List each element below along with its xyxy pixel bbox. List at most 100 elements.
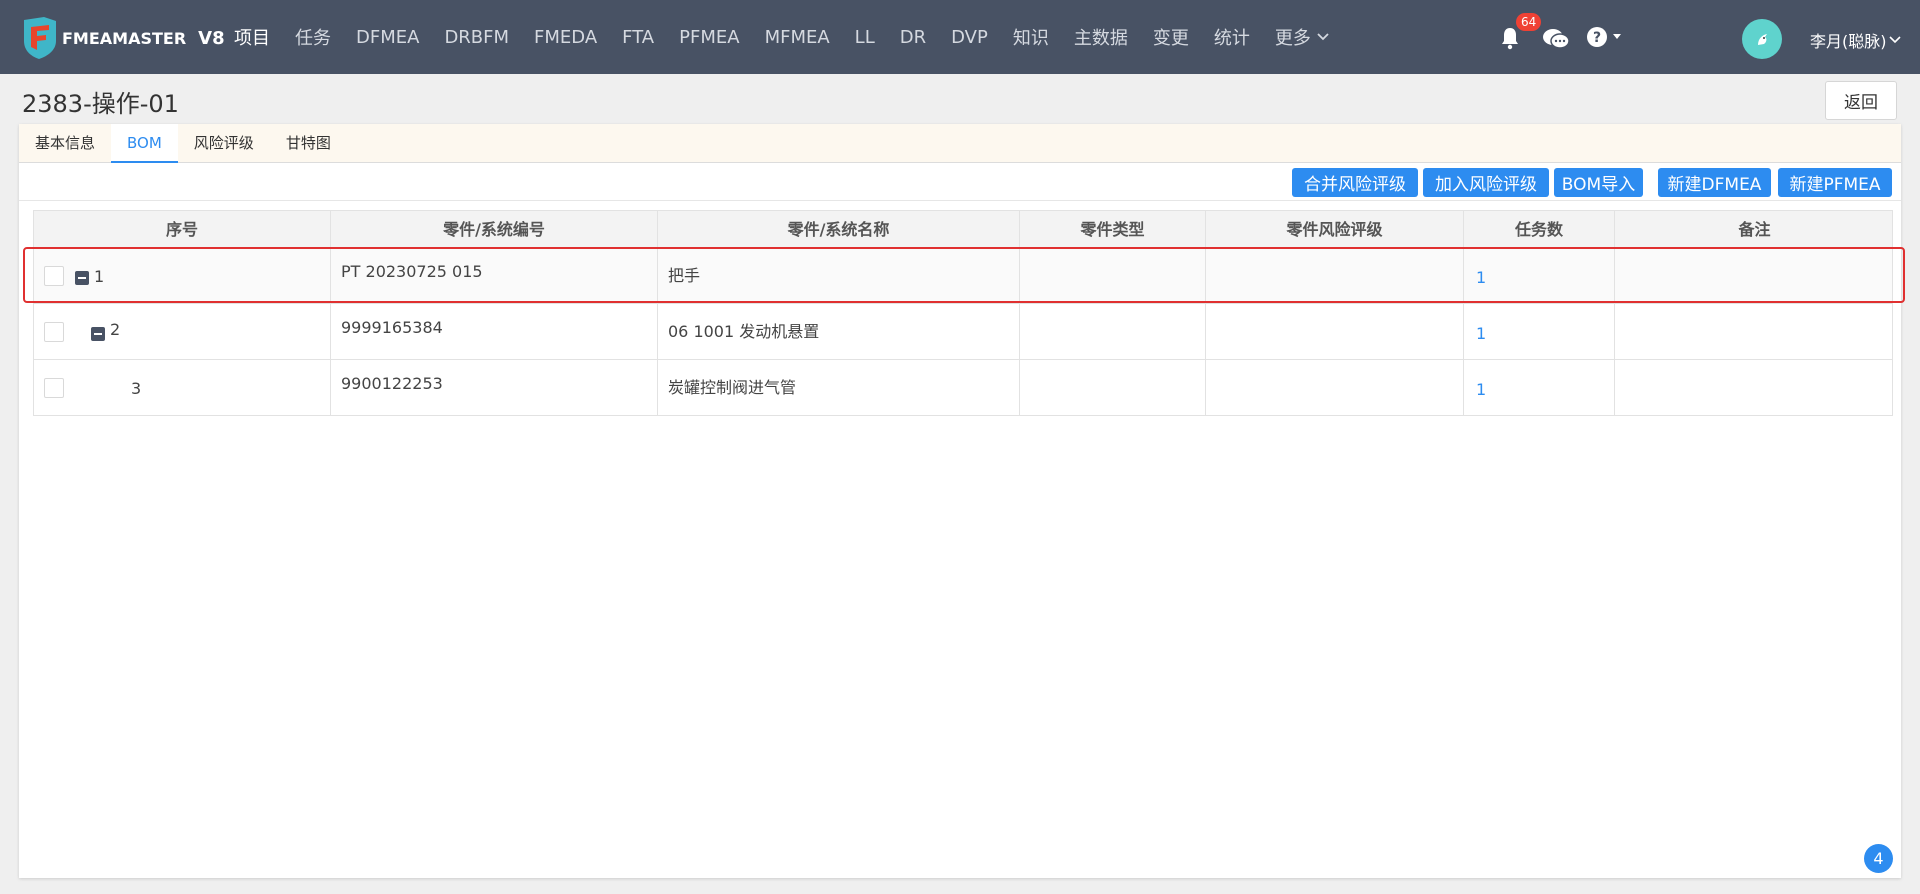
merge-risk-rating-button[interactable]: 合并风险评级 — [1292, 168, 1418, 197]
row-checkbox[interactable] — [44, 322, 64, 342]
tab-basic-info[interactable]: 基本信息 — [19, 124, 111, 163]
nav-item-dvp[interactable]: DVP — [951, 27, 988, 48]
nav-item-change[interactable]: 变更 — [1153, 24, 1189, 50]
add-risk-rating-button[interactable]: 加入风险评级 — [1423, 168, 1549, 197]
cell-remark — [1615, 360, 1894, 415]
logo-text: FMEAMASTER — [62, 28, 187, 48]
nav-item-knowledge[interactable]: 知识 — [1013, 24, 1049, 50]
part-no: 9999165384 — [341, 318, 443, 337]
nav-item-ll[interactable]: LL — [855, 27, 875, 48]
new-pfmea-button[interactable]: 新建PFMEA — [1778, 168, 1892, 197]
part-no: 9900122253 — [341, 374, 443, 393]
cell-risk-level — [1206, 304, 1464, 359]
user-name: 李月(聪脉) — [1810, 32, 1887, 51]
nav-item-drbfm[interactable]: DRBFM — [444, 27, 509, 48]
row-seq: 2 — [110, 320, 121, 339]
row-seq: 3 — [131, 379, 142, 398]
cell-remark — [1615, 248, 1894, 303]
part-name: 炭罐控制阀进气管 — [668, 378, 797, 397]
cell-part-no: PT 20230725 015 — [331, 248, 658, 303]
cell-part-type — [1020, 360, 1206, 415]
user-menu[interactable]: 李月(聪脉) — [1810, 28, 1901, 52]
nav-item-task[interactable]: 任务 — [295, 24, 331, 50]
nav-more-label: 更多 — [1274, 28, 1311, 49]
nav-item-statistics[interactable]: 统计 — [1214, 24, 1250, 50]
cell-remark — [1615, 304, 1894, 359]
col-header-seq[interactable]: 序号 — [34, 211, 331, 249]
nav-item-pfmea[interactable]: PFMEA — [679, 27, 739, 48]
version-label: V8 — [198, 27, 225, 49]
cell-task-count: 1 — [1464, 304, 1615, 359]
task-count-link[interactable]: 1 — [1476, 324, 1486, 343]
cell-risk-level — [1206, 248, 1464, 303]
help-icon: ? — [1587, 27, 1607, 47]
chevron-down-icon — [1317, 33, 1329, 41]
nav-item-fmeda[interactable]: FMEDA — [534, 27, 597, 48]
chat-icon[interactable] — [1542, 27, 1570, 51]
caret-down-icon — [1613, 34, 1621, 39]
back-button[interactable]: 返回 — [1825, 81, 1897, 120]
tab-risk-rating[interactable]: 风险评级 — [178, 124, 270, 163]
bell-icon[interactable] — [1498, 26, 1522, 50]
nav-item-dfmea[interactable]: DFMEA — [356, 27, 419, 48]
cell-risk-level — [1206, 360, 1464, 415]
tab-bom[interactable]: BOM — [111, 124, 178, 163]
cell-part-type — [1020, 304, 1206, 359]
collapse-icon[interactable] — [75, 271, 89, 285]
col-header-part-type[interactable]: 零件类型 — [1020, 211, 1206, 249]
col-header-part-no[interactable]: 零件/系统编号 — [331, 211, 658, 249]
part-name: 把手 — [668, 266, 701, 285]
col-header-task-count[interactable]: 任务数 — [1464, 211, 1615, 249]
nav-item-mfmea[interactable]: MFMEA — [765, 27, 830, 48]
nav-item-master-data[interactable]: 主数据 — [1074, 24, 1128, 50]
user-avatar[interactable] — [1742, 19, 1782, 59]
app-logo[interactable]: FMEAMASTER V8 — [22, 17, 225, 59]
bird-avatar-icon — [1758, 34, 1767, 45]
row-checkbox[interactable] — [44, 266, 64, 286]
row-checkbox[interactable] — [44, 378, 64, 398]
cell-seq: 3 — [34, 360, 331, 415]
corner-count-badge[interactable]: 4 — [1864, 844, 1893, 873]
cell-part-no: 9999165384 — [331, 304, 658, 359]
part-no: PT 20230725 015 — [341, 262, 483, 281]
tab-gantt[interactable]: 甘特图 — [270, 124, 347, 163]
table-row[interactable]: 1 PT 20230725 015 把手 1 — [33, 248, 1893, 304]
cell-part-name: 炭罐控制阀进气管 — [658, 360, 1020, 415]
toolbar: 合并风险评级 加入风险评级 BOM导入 新建DFMEA 新建PFMEA — [19, 163, 1901, 201]
cell-part-name: 06 1001 发动机悬置 — [658, 304, 1020, 359]
cell-task-count: 1 — [1464, 248, 1615, 303]
part-name: 06 1001 发动机悬置 — [668, 322, 820, 341]
nav-item-project[interactable]: 项目 — [234, 24, 270, 50]
main-panel: 基本信息 BOM 风险评级 甘特图 合并风险评级 加入风险评级 BOM导入 新建… — [19, 124, 1901, 878]
col-header-part-name[interactable]: 零件/系统名称 — [658, 211, 1020, 249]
tab-bar: 基本信息 BOM 风险评级 甘特图 — [19, 124, 1901, 163]
cell-part-type — [1020, 248, 1206, 303]
nav-item-fta[interactable]: FTA — [622, 27, 654, 48]
nav-item-more[interactable]: 更多 — [1275, 24, 1329, 50]
col-header-remark[interactable]: 备注 — [1615, 211, 1894, 249]
cell-part-no: 9900122253 — [331, 360, 658, 415]
cell-seq: 2 — [34, 304, 331, 359]
table-header: 序号 零件/系统编号 零件/系统名称 零件类型 零件风险评级 任务数 备注 — [33, 210, 1894, 249]
main-nav: 项目 任务 DFMEA DRBFM FMEDA FTA PFMEA MFMEA … — [234, 0, 1354, 74]
task-count-link[interactable]: 1 — [1476, 380, 1486, 399]
svg-text:?: ? — [1593, 30, 1601, 46]
help-menu[interactable]: ? — [1586, 26, 1622, 48]
top-nav-bar: FMEAMASTER V8 项目 任务 DFMEA DRBFM FMEDA FT… — [0, 0, 1920, 74]
new-dfmea-button[interactable]: 新建DFMEA — [1658, 168, 1771, 197]
table-row[interactable]: 3 9900122253 炭罐控制阀进气管 1 — [33, 360, 1893, 416]
nav-item-dr[interactable]: DR — [900, 27, 926, 48]
cell-seq: 1 — [34, 248, 331, 303]
cell-task-count: 1 — [1464, 360, 1615, 415]
row-seq: 1 — [94, 267, 105, 286]
task-count-link[interactable]: 1 — [1476, 268, 1486, 287]
notification-badge: 64 — [1516, 13, 1542, 31]
cell-part-name: 把手 — [658, 248, 1020, 303]
shield-logo-icon — [22, 17, 58, 59]
collapse-icon[interactable] — [91, 327, 105, 341]
col-header-risk-level[interactable]: 零件风险评级 — [1206, 211, 1464, 249]
table-row[interactable]: 2 9999165384 06 1001 发动机悬置 1 — [33, 304, 1893, 360]
chevron-down-icon — [1888, 36, 1901, 44]
page-title: 2383-操作-01 — [22, 90, 179, 118]
bom-import-button[interactable]: BOM导入 — [1554, 168, 1643, 197]
